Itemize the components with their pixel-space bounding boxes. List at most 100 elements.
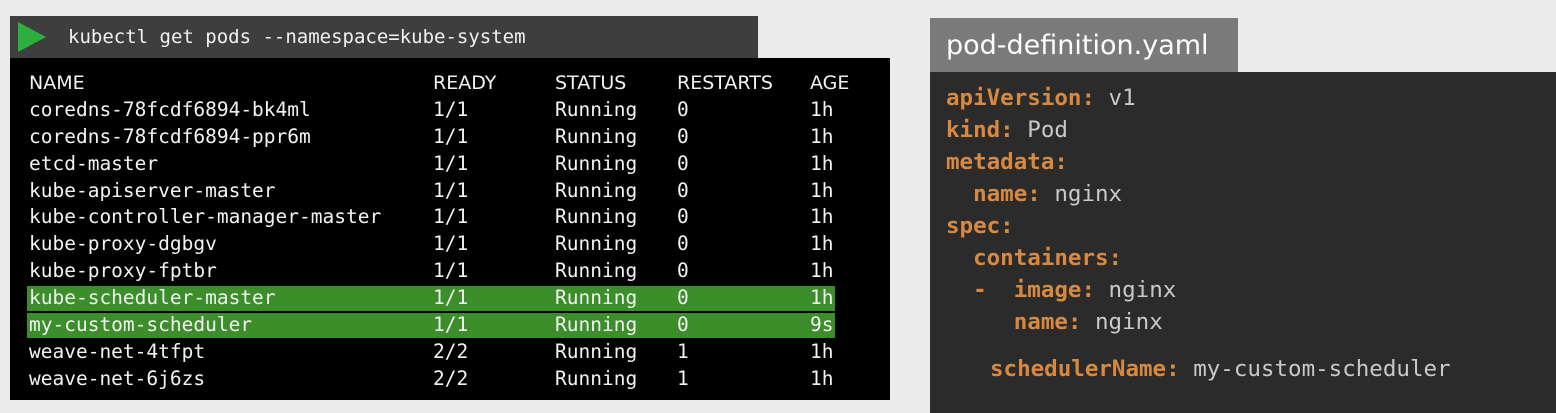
cell-ready: 2/2 [433,339,469,363]
header-restarts: RESTARTS [677,72,773,94]
cell-name: kube-apiserver-master [29,178,276,202]
cell-ready: 1/1 [433,178,469,202]
yaml-line: kind: Pod [946,114,1068,146]
yaml-key: name: [946,309,1082,335]
cell-age: 1h [810,259,834,283]
cell-status: Running [555,313,638,337]
cell-name: coredns-78fcdf6894-ppr6m [29,124,311,148]
cell-age: 1h [810,286,834,310]
cell-ready: 1/1 [433,286,469,310]
table-row: kube-apiserver-master 1/1 Running 0 1h [29,178,849,205]
cell-restarts: 0 [677,205,689,229]
cell-age: 1h [810,178,834,202]
cell-status: Running [555,232,638,256]
cell-ready: 1/1 [433,205,469,229]
cell-status: Running [555,178,638,202]
yaml-line: spec: [946,210,1014,242]
table-row: coredns-78fcdf6894-bk4ml 1/1 Running 0 1h [29,97,849,124]
cell-age: 1h [810,366,834,390]
cell-ready: 1/1 [433,151,469,175]
cell-ready: 1/1 [433,259,469,283]
yaml-value: Pod [1013,117,1068,143]
cell-name: kube-scheduler-master [29,286,276,310]
yaml-key: metadata: [946,149,1068,175]
cell-restarts: 0 [677,151,689,175]
play-icon [18,22,46,52]
yaml-line: schedulerName: my-custom-scheduler [990,353,1451,385]
cell-status: Running [555,97,638,121]
header-status: STATUS [555,72,627,94]
yaml-line: metadata: [946,146,1068,178]
yaml-value: nginx [1095,277,1177,303]
table-row: my-custom-scheduler 1/1 Running 0 9s [27,312,849,339]
cell-status: Running [555,339,638,363]
cell-age: 1h [810,151,834,175]
table-row: weave-net-6j6zs 2/2 Running 1 1h [29,366,849,393]
cell-ready: 1/1 [433,313,469,337]
cell-status: Running [555,205,638,229]
table-row: kube-scheduler-master 1/1 Running 0 1h [27,285,849,312]
cell-age: 1h [810,97,834,121]
yaml-line: containers: [946,242,1122,274]
cell-name: weave-net-6j6zs [29,366,206,390]
table-row: kube-proxy-dgbgv 1/1 Running 0 1h [29,231,849,258]
cell-status: Running [555,151,638,175]
yaml-key: apiVersion: [946,85,1096,111]
cell-restarts: 0 [677,259,689,283]
yaml-key: kind: [946,117,1014,143]
cell-restarts: 0 [677,313,689,337]
table-row: kube-proxy-fptbr 1/1 Running 0 1h [29,258,849,285]
table-row: etcd-master 1/1 Running 0 1h [29,151,849,178]
yaml-key: - image: [946,277,1096,303]
table-header: NAME READY STATUS RESTARTS AGE [29,70,849,97]
cell-restarts: 0 [677,286,689,310]
cell-name: kube-controller-manager-master [29,205,382,229]
yaml-key: spec: [946,213,1014,239]
yaml-line: - image: nginx [946,274,1176,306]
cell-age: 1h [810,232,834,256]
pod-rows: coredns-78fcdf6894-bk4ml 1/1 Running 0 1h cor… [27,97,849,393]
cell-name: etcd-master [29,151,159,175]
cell-ready: 1/1 [433,97,469,121]
cell-age: 9s [810,313,834,337]
cell-restarts: 0 [677,124,689,148]
cell-name: kube-proxy-dgbgv [29,232,217,256]
header-age: AGE [810,72,850,94]
cell-ready: 1/1 [433,232,469,256]
header-ready: READY [433,72,497,94]
command-text: kubectl get pods --namespace=kube-system [68,26,526,48]
cell-status: Running [555,124,638,148]
cell-restarts: 1 [677,366,689,390]
yaml-value: my-custom-scheduler [1179,356,1451,382]
terminal-command-bar: kubectl get pods --namespace=kube-system [10,16,758,58]
cell-name: weave-net-4tfpt [29,339,206,363]
pod-table: NAME READY STATUS RESTARTS AGE coredns-7… [27,70,849,393]
cell-name: my-custom-scheduler [29,313,253,337]
terminal-output: NAME READY STATUS RESTARTS AGE coredns-7… [10,58,890,400]
yaml-code-panel: apiVersion: v1 kind: Pod metadata: name: n… [930,72,1556,413]
table-row: coredns-78fcdf6894-ppr6m 1/1 Running 0 1h [29,124,849,151]
cell-name: coredns-78fcdf6894-bk4ml [29,97,311,121]
yaml-filename: pod-definition.yaml [946,29,1209,61]
cell-age: 1h [810,339,834,363]
cell-name: kube-proxy-fptbr [29,259,217,283]
yaml-value: nginx [1081,309,1163,335]
cell-status: Running [555,259,638,283]
cell-ready: 2/2 [433,366,469,390]
cell-age: 1h [810,205,834,229]
yaml-value: nginx [1040,181,1123,207]
yaml-key: containers: [946,245,1123,271]
yaml-key: name: [946,181,1041,207]
cell-restarts: 0 [677,232,689,256]
yaml-value: v1 [1095,85,1136,111]
cell-status: Running [555,366,638,390]
yaml-line: apiVersion: v1 [946,82,1136,114]
cell-restarts: 0 [677,178,689,202]
yaml-line: name: nginx [946,178,1122,210]
yaml-file-tab: pod-definition.yaml [930,18,1238,72]
cell-status: Running [555,286,638,310]
yaml-key: schedulerName: [990,356,1180,382]
header-name: NAME [29,72,85,94]
yaml-line: name: nginx [946,306,1163,338]
cell-restarts: 1 [677,339,689,363]
